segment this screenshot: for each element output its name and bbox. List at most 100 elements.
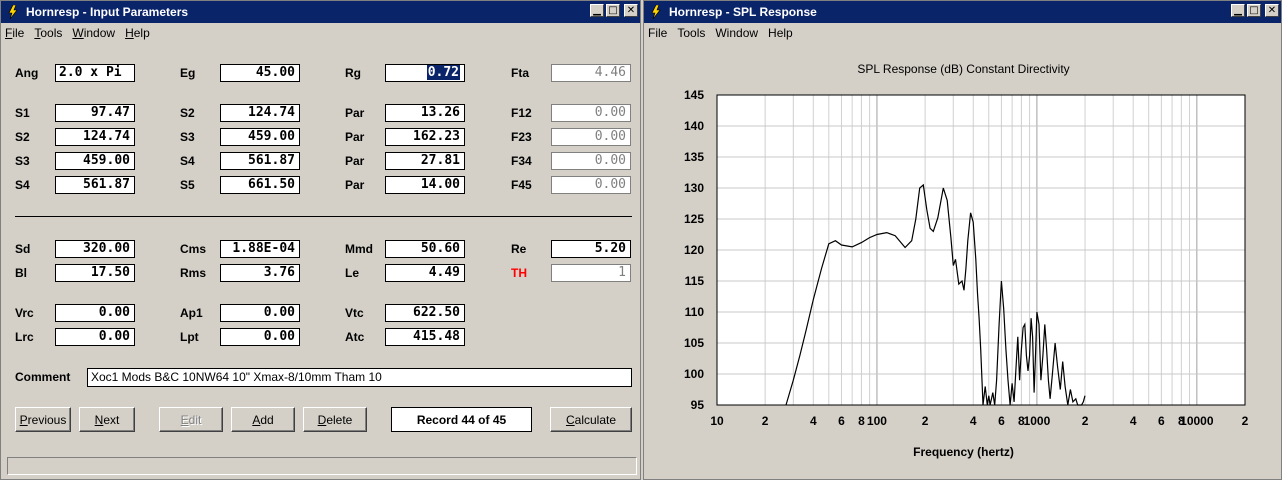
section-divider — [15, 216, 632, 217]
mmd-field[interactable]: 50.60 — [385, 240, 465, 258]
minimize-button[interactable]: ▁ — [590, 4, 604, 17]
s5-field[interactable]: 661.50 — [220, 176, 300, 194]
f12-field: 0.00 — [551, 104, 631, 122]
x-tick-label: 2 — [922, 414, 929, 428]
status-bar — [7, 457, 637, 475]
x-tick-label: 2 — [1082, 414, 1089, 428]
lpt-field[interactable]: 0.00 — [220, 328, 300, 346]
spl-response-window: Hornresp - SPL Response ▁ □ ✕ File Tools… — [643, 0, 1282, 480]
ap1-field[interactable]: 0.00 — [220, 304, 300, 322]
s2-field[interactable]: 124.74 — [55, 128, 135, 146]
rms-label: Rms — [180, 266, 207, 280]
bl-field[interactable]: 17.50 — [55, 264, 135, 282]
vrc-label: Vrc — [15, 306, 34, 320]
y-tick-label: 130 — [684, 181, 704, 195]
atc-label: Atc — [345, 330, 365, 344]
close-button[interactable]: ✕ — [624, 4, 638, 17]
delete-button[interactable]: Delete — [303, 407, 367, 432]
par1-label: Par — [345, 106, 365, 120]
x-tick-label: 10000 — [1180, 414, 1214, 428]
s2-label: S2 — [15, 130, 30, 144]
previous-button[interactable]: Previous — [15, 407, 71, 432]
y-tick-label: 95 — [691, 398, 705, 412]
s3-end-field[interactable]: 459.00 — [220, 128, 300, 146]
edit-button: Edit — [159, 407, 223, 432]
maximize-icon: □ — [608, 4, 618, 16]
fta-field: 4.46 — [551, 64, 631, 82]
par3-field[interactable]: 27.81 — [385, 152, 465, 170]
menu-window[interactable]: Window — [68, 26, 121, 40]
y-tick-label: 145 — [684, 88, 704, 102]
y-tick-label: 105 — [684, 336, 704, 350]
y-tick-label: 115 — [685, 274, 705, 288]
par3-label: Par — [345, 154, 365, 168]
fta-label: Fta — [511, 66, 529, 80]
x-tick-label: 4 — [970, 414, 977, 428]
vtc-label: Vtc — [345, 306, 364, 320]
y-tick-label: 125 — [684, 212, 704, 226]
atc-field[interactable]: 415.48 — [385, 328, 465, 346]
add-button[interactable]: Add — [231, 407, 295, 432]
y-tick-label: 140 — [684, 119, 704, 133]
rms-field[interactable]: 3.76 — [220, 264, 300, 282]
re-label: Re — [511, 242, 527, 256]
par4-field[interactable]: 14.00 — [385, 176, 465, 194]
x-tick-label: 6 — [998, 414, 1005, 428]
calculate-button[interactable]: Calculate — [550, 407, 632, 432]
vtc-field[interactable]: 622.50 — [385, 304, 465, 322]
s4-end-field[interactable]: 561.87 — [220, 152, 300, 170]
s2-end-field[interactable]: 124.74 — [220, 104, 300, 122]
y-tick-label: 110 — [685, 305, 705, 319]
rg-field[interactable]: 0.72 — [385, 64, 465, 82]
sd-field[interactable]: 320.00 — [55, 240, 135, 258]
lrc-field[interactable]: 0.00 — [55, 328, 135, 346]
eg-label: Eg — [180, 66, 196, 80]
par1-field[interactable]: 13.26 — [385, 104, 465, 122]
s3-field[interactable]: 459.00 — [55, 152, 135, 170]
sd-label: Sd — [15, 242, 31, 256]
cms-field[interactable]: 1.88E-04 — [220, 240, 300, 258]
s1-label: S1 — [15, 106, 30, 120]
menu-tools[interactable]: Tools — [30, 26, 68, 40]
x-tick-label: 2 — [1242, 414, 1249, 428]
s3-end-label: S3 — [180, 130, 195, 144]
lrc-label: Lrc — [15, 330, 34, 344]
mmd-label: Mmd — [345, 242, 373, 256]
par4-label: Par — [345, 178, 365, 192]
ang-label: Ang — [15, 66, 39, 80]
f45-field: 0.00 — [551, 176, 631, 194]
input-window-title: Hornresp - Input Parameters — [26, 5, 189, 19]
f12-label: F12 — [511, 106, 532, 120]
f34-label: F34 — [511, 154, 532, 168]
x-tick-label: 4 — [810, 414, 817, 428]
eg-field[interactable]: 45.00 — [220, 64, 300, 82]
menu-file[interactable]: File — [1, 26, 30, 40]
le-field[interactable]: 4.49 — [385, 264, 465, 282]
s4-field[interactable]: 561.87 — [55, 176, 135, 194]
x-tick-label: 8 — [858, 414, 865, 428]
x-tick-label: 100 — [867, 414, 887, 428]
re-field[interactable]: 5.20 — [551, 240, 631, 258]
s4-label: S4 — [15, 178, 30, 192]
s5-label: S5 — [180, 178, 195, 192]
x-tick-label: 1000 — [1024, 414, 1051, 428]
s2-end-label: S2 — [180, 106, 195, 120]
input-window-menubar: File Tools Window Help — [1, 23, 640, 43]
x-tick-label: 10 — [710, 414, 724, 428]
next-button[interactable]: Next — [79, 407, 135, 432]
menu-help[interactable]: Help — [121, 26, 156, 40]
s4-end-label: S4 — [180, 154, 195, 168]
y-tick-label: 120 — [684, 243, 704, 257]
maximize-button[interactable]: □ — [606, 4, 620, 17]
ang-field[interactable]: 2.0 x Pi — [55, 64, 135, 82]
input-window-titlebar[interactable]: Hornresp - Input Parameters ▁ □ ✕ — [1, 1, 640, 23]
s1-field[interactable]: 97.47 — [55, 104, 135, 122]
bl-label: Bl — [15, 266, 27, 280]
f23-field: 0.00 — [551, 128, 631, 146]
spl-chart: 1451401351301251201151101051009510 2 4 6 8 10… — [684, 88, 1249, 428]
vrc-field[interactable]: 0.00 — [55, 304, 135, 322]
comment-field[interactable]: Xoc1 Mods B&C 10NW64 10" Xmax-8/10mm Tha… — [87, 368, 632, 387]
x-tick-label: 4 — [1130, 414, 1137, 428]
par2-field[interactable]: 162.23 — [385, 128, 465, 146]
rg-label: Rg — [345, 66, 361, 80]
